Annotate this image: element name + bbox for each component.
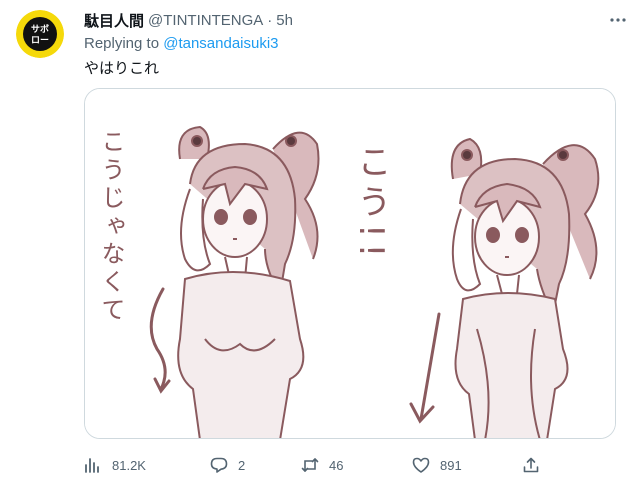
- reply-icon: [210, 457, 228, 473]
- svg-text:ロー: ロー: [31, 36, 49, 46]
- timestamp[interactable]: 5h: [276, 12, 293, 29]
- share-icon: [523, 457, 539, 473]
- tweet: サボ ロー 駄目人間 @TINTINTENGA · 5h Replying to…: [0, 0, 640, 484]
- retweet-icon: [301, 458, 319, 472]
- like-icon: [412, 457, 430, 473]
- svg-text:こう!!: こう!!: [351, 144, 391, 263]
- display-name[interactable]: 駄目人間: [84, 10, 144, 31]
- replying-to: Replying to @tansandaisuki3: [84, 35, 279, 52]
- avatar-image: サボ ロー: [16, 10, 64, 58]
- media-right-caption: こう!!: [351, 144, 391, 263]
- views-count: 81.2K: [112, 457, 146, 473]
- like-button[interactable]: 891: [412, 453, 462, 477]
- tweet-text: やはりこれ: [84, 59, 160, 77]
- tweet-media[interactable]: こうじゃなくて こう!!: [84, 88, 616, 439]
- reply-button[interactable]: 2: [210, 453, 245, 477]
- views-icon: [85, 458, 99, 473]
- user-handle[interactable]: @TINTINTENGA: [148, 12, 263, 29]
- more-icon-glyph: [610, 18, 626, 22]
- separator-dot: ·: [267, 11, 273, 29]
- share-button[interactable]: [522, 453, 550, 477]
- retweet-count: 46: [329, 457, 344, 473]
- avatar[interactable]: サボ ロー: [16, 10, 64, 58]
- svg-text:こうじゃなくて: こうじゃなくて: [97, 129, 125, 325]
- views-button[interactable]: 81.2K: [84, 453, 146, 477]
- like-count: 891: [440, 457, 462, 473]
- reply-count: 2: [238, 457, 246, 473]
- reply-prefix: Replying to: [84, 35, 160, 52]
- more-icon[interactable]: [608, 10, 628, 30]
- media-illustration: こうじゃなくて こう!!: [85, 89, 615, 438]
- retweet-button[interactable]: 46: [301, 453, 343, 477]
- tweet-header: 駄目人間 @TINTINTENGA · 5h: [84, 10, 293, 30]
- tweet-actions: 81.2K 2 46 891: [76, 453, 556, 477]
- svg-text:サボ: サボ: [31, 23, 49, 35]
- reply-handle-link[interactable]: @tansandaisuki3: [163, 35, 278, 52]
- media-left-caption: こうじゃなくて: [97, 129, 125, 325]
